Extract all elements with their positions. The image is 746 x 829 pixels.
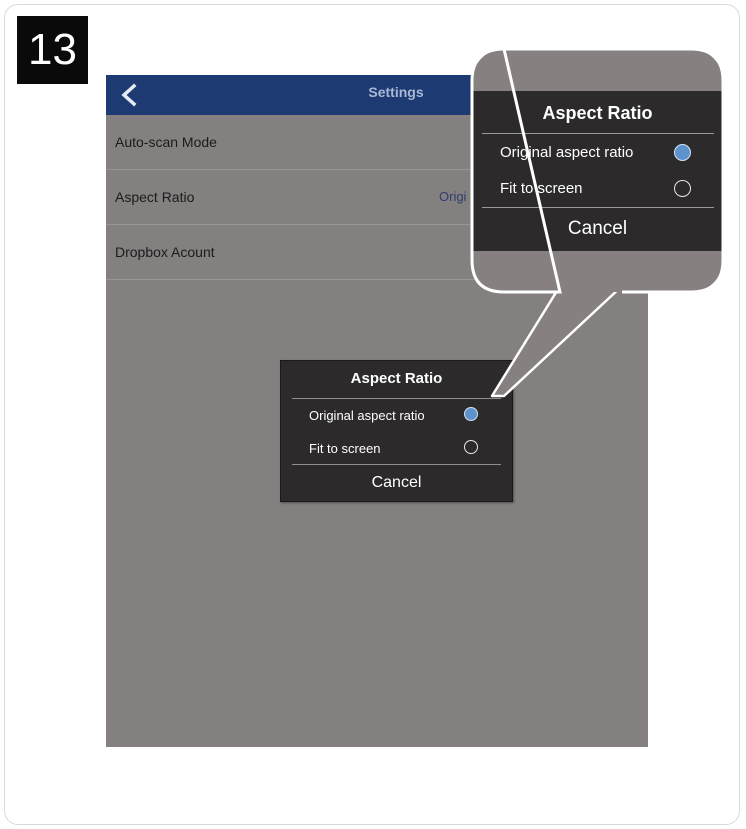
radio-unselected-icon[interactable]: [464, 440, 478, 454]
aspect-ratio-dialog: Aspect Ratio Original aspect ratio Fit t…: [280, 360, 513, 502]
radio-unselected-icon: [674, 180, 691, 197]
option-original-aspect-ratio: Original aspect ratio: [472, 135, 723, 171]
divider: [292, 464, 501, 465]
cancel-button: Cancel: [567, 218, 628, 239]
option-fit-to-screen[interactable]: Fit to screen: [281, 432, 512, 465]
settings-row-label: Dropbox Acount: [115, 244, 215, 260]
option-fit-to-screen: Fit to screen: [472, 171, 723, 207]
option-label: Fit to screen: [500, 180, 583, 197]
dialog-title: Aspect Ratio: [350, 370, 443, 387]
settings-row-value: Origi: [439, 189, 467, 204]
zoomed-dialog: Aspect Ratio Original aspect ratio Fit t…: [472, 91, 723, 251]
radio-selected-icon[interactable]: [464, 407, 478, 421]
settings-row-label: Auto-scan Mode: [115, 134, 217, 150]
divider: [482, 207, 714, 208]
radio-selected-icon: [674, 144, 691, 161]
option-label: Original aspect ratio: [500, 144, 634, 161]
option-original-aspect-ratio[interactable]: Original aspect ratio: [281, 399, 512, 432]
option-label: Fit to screen: [309, 441, 381, 456]
settings-row-label: Aspect Ratio: [115, 189, 195, 205]
divider: [482, 133, 714, 134]
option-label: Original aspect ratio: [309, 408, 425, 423]
zoomed-callout: Aspect Ratio Original aspect ratio Fit t…: [472, 49, 723, 292]
dialog-title: Aspect Ratio: [542, 103, 653, 123]
step-number-badge: 13: [17, 16, 88, 84]
cancel-button[interactable]: Cancel: [281, 466, 512, 499]
